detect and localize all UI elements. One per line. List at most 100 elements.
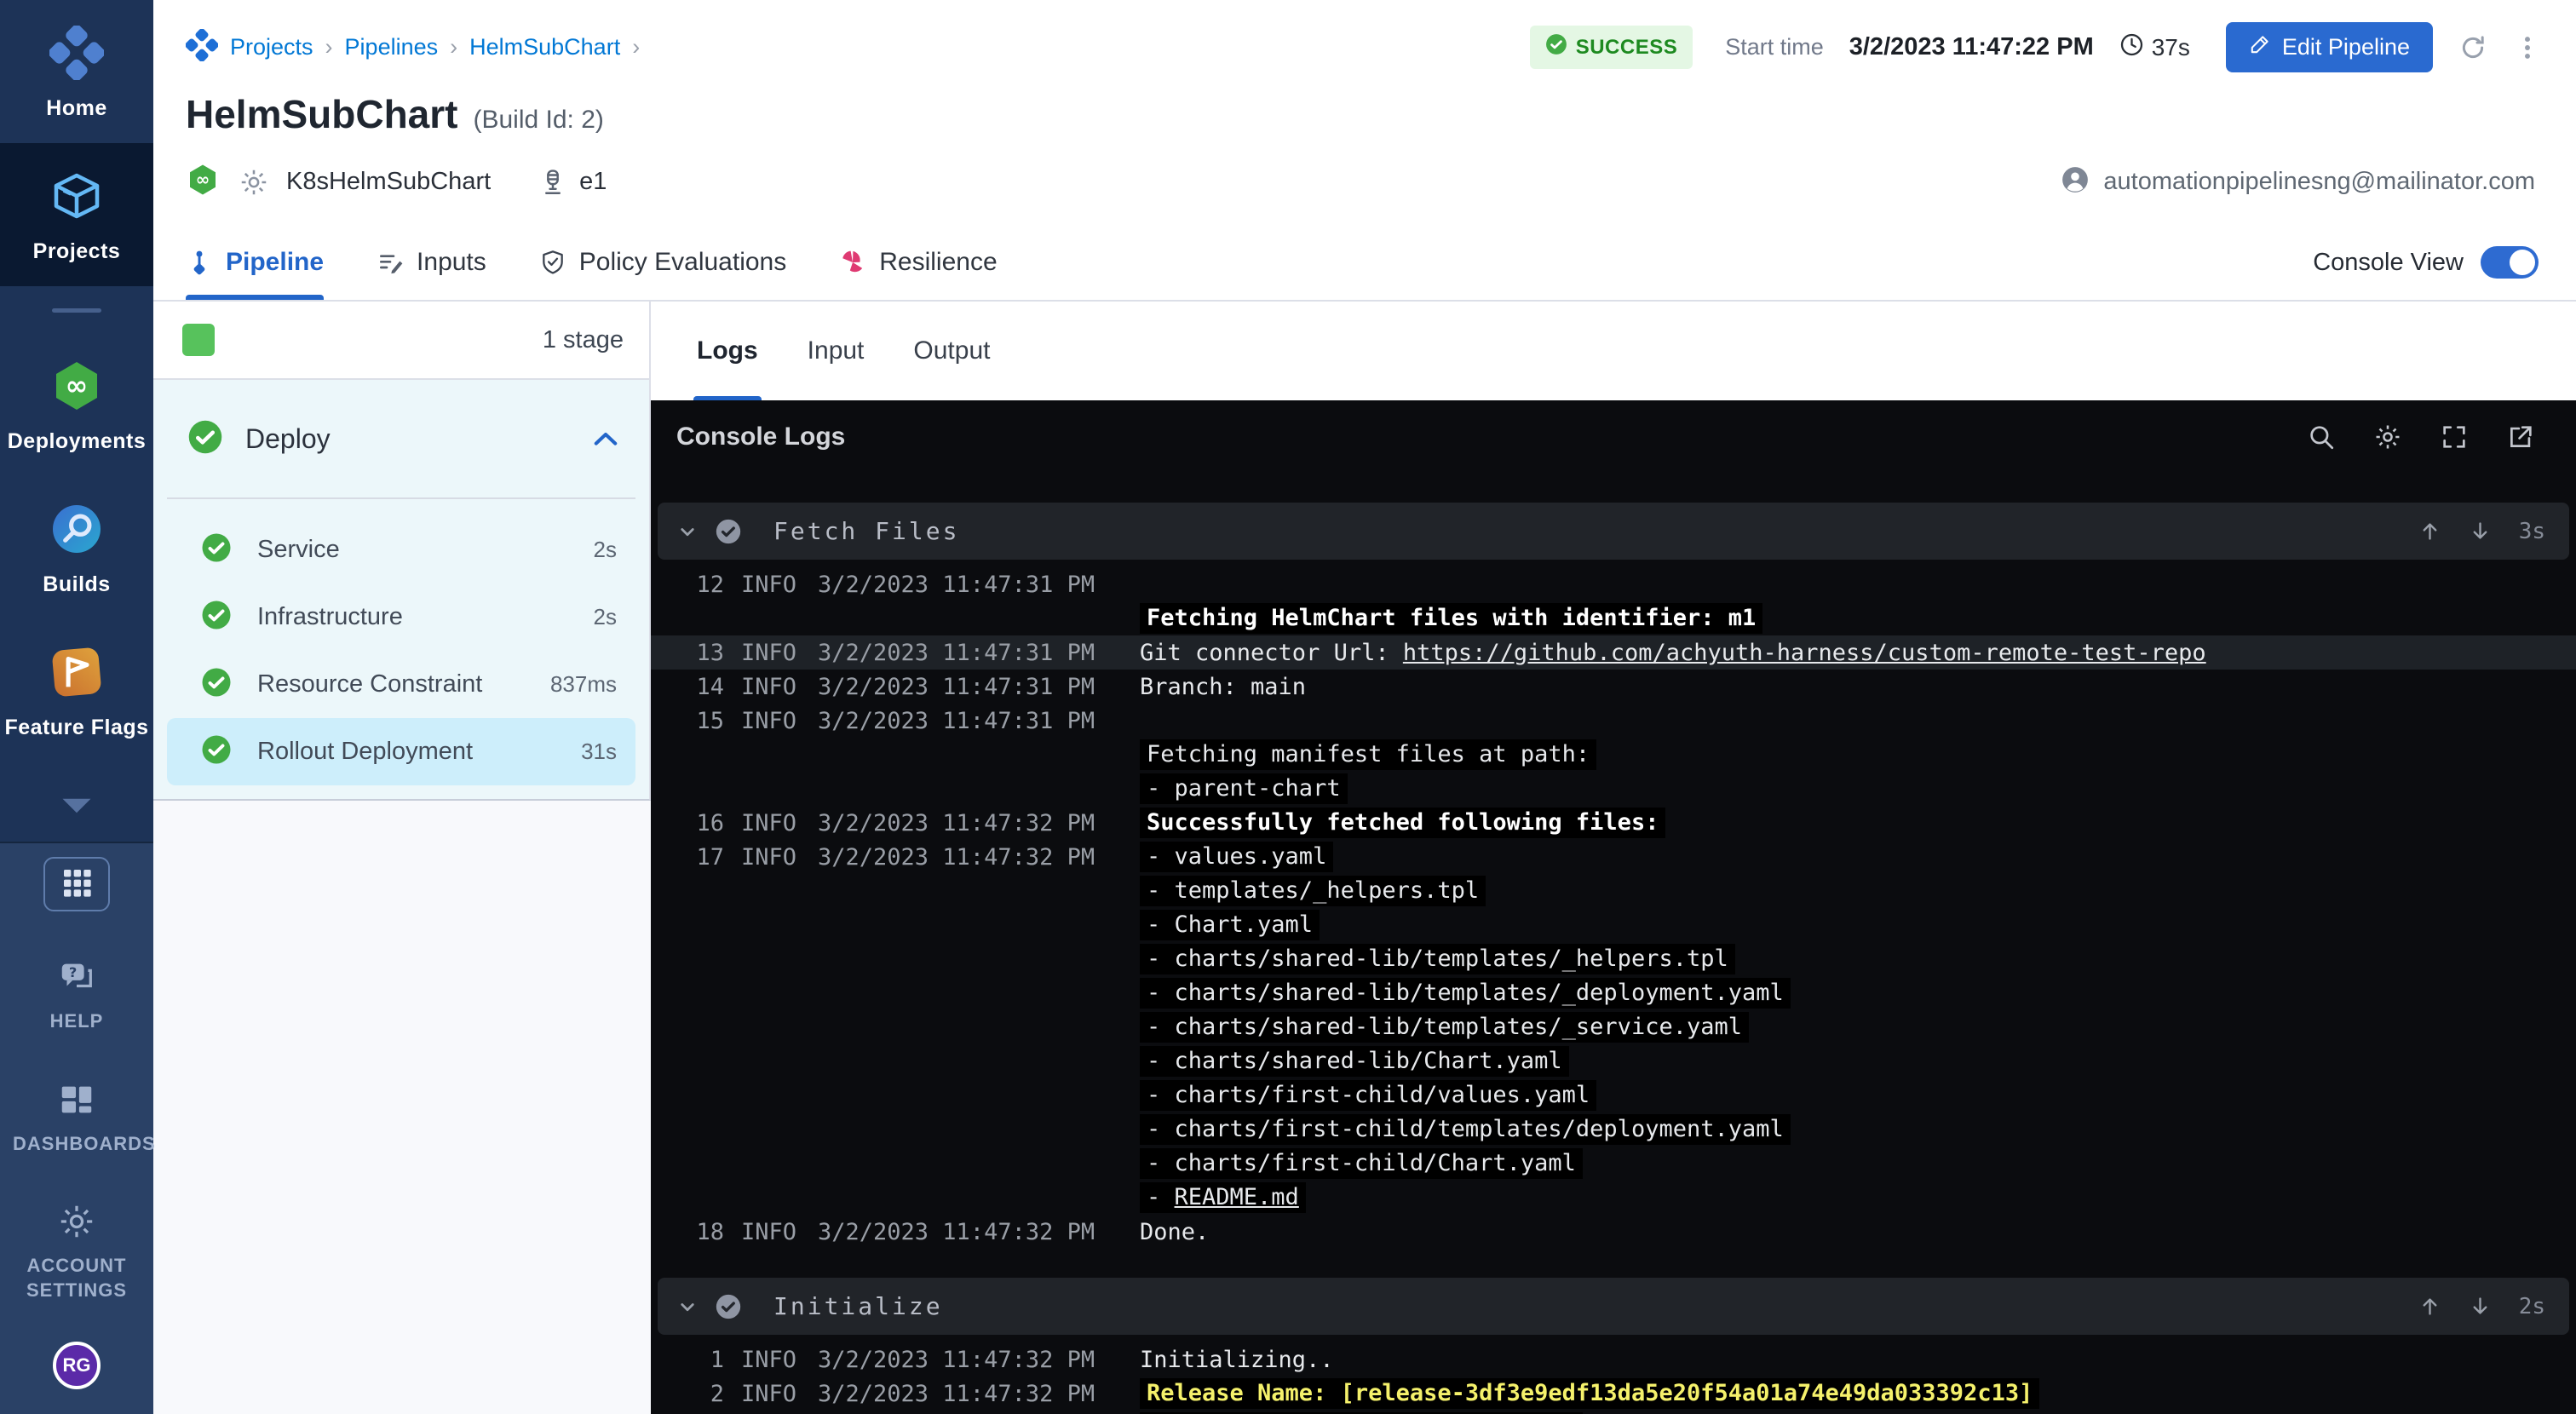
- log-level: INFO: [741, 708, 797, 734]
- log-link[interactable]: https://github.com/achyuth-harness/custo…: [1403, 640, 2206, 666]
- breadcrumb-link-projects[interactable]: Projects: [230, 34, 313, 60]
- log-message: - charts/shared-lib/templates/_service.y…: [1140, 1012, 1749, 1043]
- log-message: Release Name: [release-3df3e9edf13da5e20…: [1140, 1378, 2039, 1409]
- builds-ci-icon: [49, 502, 104, 560]
- log-timestamp: 3/2/2023 11:47:32 PM: [818, 810, 1095, 836]
- step-service[interactable]: Service 2s: [167, 516, 635, 583]
- log-message: - parent-chart: [1140, 773, 1348, 804]
- inputs-icon: [377, 249, 404, 276]
- log-level: INFO: [741, 1381, 797, 1407]
- chevron-down-icon[interactable]: [675, 1294, 700, 1319]
- step-name: Resource Constraint: [257, 670, 482, 698]
- log-message: Fetching HelmChart files with identifier…: [1140, 603, 1762, 634]
- section-check-icon: [714, 517, 743, 546]
- check-circle-icon: [187, 419, 223, 459]
- stage-count: 1 stage: [543, 326, 624, 354]
- tab-pipeline[interactable]: Pipeline: [186, 225, 324, 300]
- scroll-up-icon[interactable]: [2418, 1295, 2441, 1318]
- sidebar-item-home[interactable]: Home: [0, 0, 153, 143]
- log-message: Fetching manifest files at path:: [1140, 739, 1596, 770]
- environment-icon: [538, 168, 567, 197]
- log-message: - templates/_helpers.tpl: [1140, 876, 1486, 906]
- status-text: SUCCESS: [1576, 36, 1678, 60]
- fullscreen-icon[interactable]: [2440, 422, 2469, 451]
- module-grid-button[interactable]: [43, 857, 110, 911]
- tab-inputs[interactable]: Inputs: [377, 225, 486, 300]
- clock-icon: [2119, 32, 2144, 63]
- sidebar-item-builds[interactable]: Builds: [0, 476, 153, 619]
- tab-resilience[interactable]: Resilience: [839, 225, 997, 300]
- search-icon[interactable]: [2307, 422, 2336, 451]
- sidebar-item-deployments[interactable]: ∞Deployments: [0, 333, 153, 476]
- section-duration: 3s: [2519, 519, 2545, 544]
- log-timestamp: 3/2/2023 11:47:31 PM: [818, 708, 1095, 734]
- build-id-label: (Build Id: 2): [473, 106, 603, 135]
- sidebar-util-account-settings[interactable]: ACCOUNT SETTINGS: [13, 1202, 141, 1302]
- breadcrumb-link-helmsubchart[interactable]: HelmSubChart: [469, 34, 620, 60]
- log-section-header-initialize[interactable]: Initialize 2s: [658, 1278, 2569, 1335]
- start-time-label: Start time: [1725, 34, 1824, 60]
- log-link[interactable]: README.md: [1175, 1184, 1299, 1210]
- log-line: - charts/first-child/Chart.yaml: [651, 1147, 2576, 1181]
- step-list: Service 2s Infrastructure 2s Resource Co…: [153, 499, 649, 785]
- stage-panel-body: Deploy Service 2s Infrastructure 2s Reso…: [153, 380, 649, 799]
- log-message: - charts/shared-lib/Chart.yaml: [1140, 1046, 1569, 1077]
- breadcrumb-link-pipelines[interactable]: Pipelines: [345, 34, 439, 60]
- log-tab-logs[interactable]: Logs: [697, 302, 758, 400]
- section-controls: 3s: [2418, 519, 2545, 544]
- sidebar-item-label: Projects: [33, 239, 121, 264]
- section-duration: 2s: [2519, 1294, 2545, 1319]
- step-resource-constraint[interactable]: Resource Constraint 837ms: [167, 651, 635, 718]
- log-line-number: 14: [680, 674, 724, 700]
- console-header: Console Logs: [651, 400, 2576, 474]
- chevron-up-icon[interactable]: [593, 431, 618, 446]
- start-time-value: 3/2/2023 11:47:22 PM: [1849, 33, 2094, 61]
- log-message: Branch: main: [1140, 674, 1306, 700]
- log-line: 14 INFO 3/2/2023 11:47:31 PM Branch: mai…: [651, 670, 2576, 704]
- sidebar-item-projects[interactable]: Projects: [0, 143, 153, 286]
- scroll-down-icon[interactable]: [2469, 1295, 2492, 1318]
- log-tab-output[interactable]: Output: [913, 302, 990, 400]
- step-rollout-deployment[interactable]: Rollout Deployment 31s: [167, 718, 635, 785]
- sidebar-util-dashboards[interactable]: DASHBOARDS: [13, 1080, 141, 1157]
- log-message: - charts/first-child/values.yaml: [1140, 1080, 1596, 1111]
- refresh-icon[interactable]: [2458, 33, 2487, 62]
- user-avatar[interactable]: RG: [53, 1342, 101, 1389]
- step-infrastructure[interactable]: Infrastructure 2s: [167, 583, 635, 651]
- log-tab-input[interactable]: Input: [808, 302, 865, 400]
- log-line: Fetching manifest files at path:: [651, 738, 2576, 772]
- log-tabs: Logs Input Output: [651, 302, 2576, 400]
- edit-pipeline-button[interactable]: Edit Pipeline: [2226, 22, 2433, 72]
- tab-label: Pipeline: [226, 248, 324, 277]
- nav-bottom: ?HELP DASHBOARDS ACCOUNT SETTINGS RG: [0, 842, 153, 1414]
- tab-policy-evaluations[interactable]: Policy Evaluations: [539, 225, 786, 300]
- sidebar-item-feature-flags[interactable]: Feature Flags: [0, 619, 153, 762]
- nav-utilities: ?HELP DASHBOARDS ACCOUNT SETTINGS: [13, 911, 141, 1302]
- log-message: - README.md: [1140, 1182, 1306, 1213]
- nav-modules: Home Projects ∞Deployments Builds Featur…: [0, 0, 153, 762]
- kebab-menu-icon[interactable]: [2513, 33, 2542, 62]
- console-view-label: Console View: [2313, 249, 2464, 277]
- log-line-number: 16: [680, 810, 724, 836]
- log-section-header-fetch-files[interactable]: Fetch Files 3s: [658, 503, 2569, 560]
- console-view-toggle[interactable]: [2481, 246, 2539, 279]
- console-toolbar: [2307, 422, 2535, 451]
- log-line: 12 INFO 3/2/2023 11:47:31 PM: [651, 567, 2576, 601]
- collapse-chevron-icon[interactable]: [58, 796, 95, 819]
- success-check-icon: [1545, 33, 1567, 61]
- log-message: - charts/first-child/Chart.yaml: [1140, 1148, 1583, 1179]
- log-level: INFO: [741, 844, 797, 871]
- open-external-icon[interactable]: [2506, 422, 2535, 451]
- stage-group-deploy[interactable]: Deploy: [153, 380, 649, 497]
- gear-icon[interactable]: [2373, 422, 2402, 451]
- scroll-down-icon[interactable]: [2469, 520, 2492, 543]
- sidebar-item-label: Deployments: [8, 429, 146, 454]
- chevron-down-icon[interactable]: [675, 519, 700, 544]
- scroll-up-icon[interactable]: [2418, 520, 2441, 543]
- log-timestamp: 3/2/2023 11:47:32 PM: [818, 1219, 1095, 1245]
- log-timestamp: 3/2/2023 11:47:32 PM: [818, 1381, 1095, 1407]
- log-level: INFO: [741, 674, 797, 700]
- log-message: Done.: [1140, 1219, 1209, 1245]
- policy-shield-icon: [539, 249, 566, 276]
- sidebar-util-help[interactable]: ?HELP: [13, 957, 141, 1034]
